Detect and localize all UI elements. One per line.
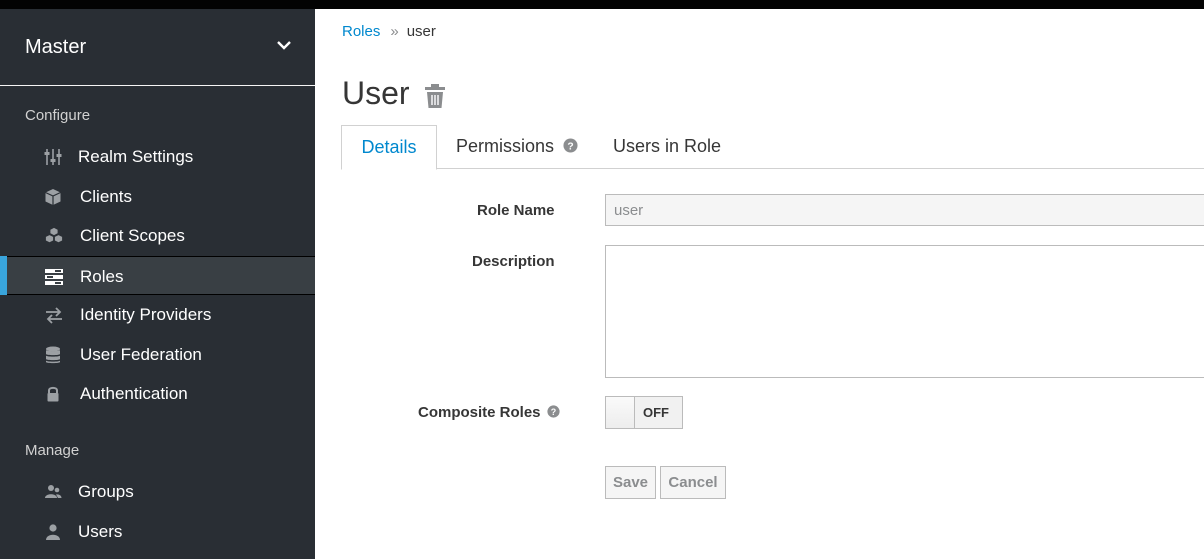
composite-roles-label: Composite Roles ? [418,404,560,421]
main-content: Roles » user User Details Permissions ? Us… [315,9,1204,559]
sidebar-item-authentication[interactable]: Authentication [0,374,315,413]
section-configure: Configure [25,107,91,124]
tab-bar: Details Permissions ? Users in Role [341,125,1204,170]
page-title: User [342,75,410,111]
chevron-down-icon [277,41,291,50]
top-bar [0,0,1204,9]
sliders-icon [44,149,62,165]
breadcrumb-current: user [406,23,436,40]
sidebar-item-users[interactable]: Users [0,512,315,551]
sidebar-item-user-federation[interactable]: User Federation [0,335,315,374]
tab-users-in-role[interactable]: Users in Role [613,125,721,169]
composite-roles-text: Composite Roles [418,404,541,421]
role-name-input[interactable] [605,194,1204,226]
groups-icon [45,485,62,498]
cancel-button[interactable]: Cancel [660,466,726,499]
sidebar-item-label: Groups [78,482,134,501]
tab-permissions[interactable]: Permissions ? [456,125,578,169]
toggle-state-label: OFF [643,405,669,420]
sidebar-item-label: Realm Settings [78,147,194,166]
help-icon[interactable]: ? [547,405,560,418]
sidebar-item-label: Users [78,522,123,541]
help-icon[interactable]: ? [563,138,578,153]
tab-details[interactable]: Details [341,125,437,170]
sidebar-item-realm-settings[interactable]: Realm Settings [0,137,315,176]
svg-text:?: ? [567,142,573,153]
role-name-label: Role Name [477,202,555,219]
breadcrumb-roles-link[interactable]: Roles [342,23,380,40]
tab-label: Details [361,137,417,157]
tab-label: Permissions [456,136,555,156]
sidebar-item-label: User Federation [80,345,202,364]
svg-text:?: ? [550,407,555,417]
sidebar-item-clients[interactable]: Clients [0,177,315,216]
save-button[interactable]: Save [605,466,656,499]
realm-name: Master [25,36,87,58]
sidebar-item-roles[interactable]: Roles [0,256,315,295]
sidebar: Master Configure Realm Settings Clients [0,9,315,559]
realm-selector[interactable]: Master [0,9,315,86]
trash-icon[interactable] [424,83,446,109]
exchange-icon [46,307,62,324]
sidebar-item-label: Roles [80,267,124,286]
description-label: Description [472,253,555,270]
breadcrumb: Roles » user [342,23,436,40]
sidebar-item-client-scopes[interactable]: Client Scopes [0,216,315,255]
composite-roles-toggle[interactable]: OFF [605,396,683,429]
user-icon [46,524,60,540]
sidebar-item-label: Identity Providers [80,305,212,324]
cubes-icon [45,227,63,243]
sidebar-item-label: Clients [80,187,132,206]
toggle-handle[interactable] [606,397,635,428]
description-textarea[interactable] [605,245,1204,378]
sidebar-item-identity-providers[interactable]: Identity Providers [0,295,315,334]
lock-icon [47,386,59,402]
database-icon [46,346,60,364]
tab-label: Users in Role [613,136,722,156]
breadcrumb-separator: » [390,23,399,40]
sidebar-item-label: Client Scopes [80,226,185,245]
sidebar-item-label: Authentication [80,384,188,403]
cube-icon [45,189,61,205]
roles-icon [45,269,63,285]
sidebar-item-groups[interactable]: Groups [0,472,315,511]
section-manage: Manage [25,442,80,459]
